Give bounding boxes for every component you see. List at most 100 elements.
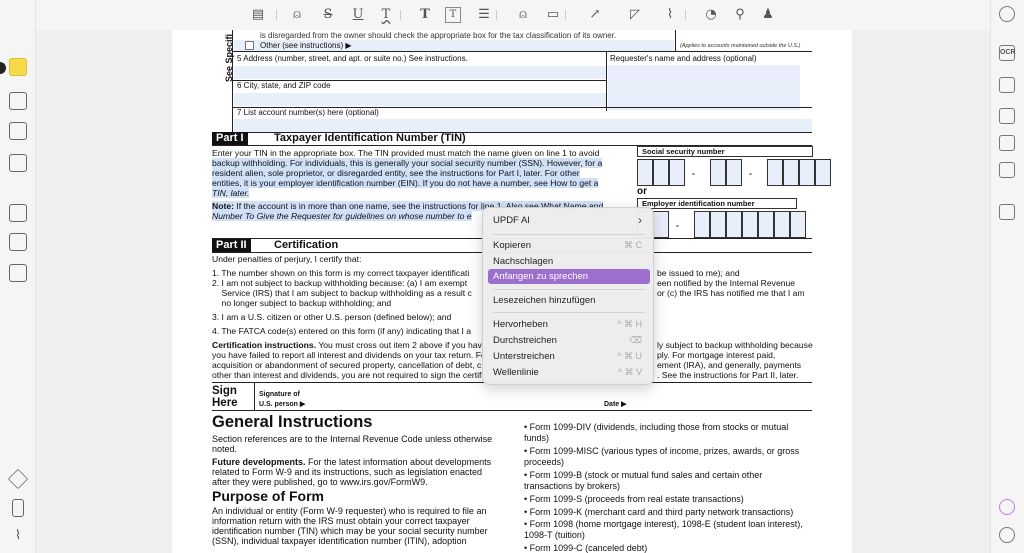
tin-text-selected[interactable]: resident alien, sole proprietor, or disr… bbox=[212, 168, 580, 178]
shortcut: ^ ⌘ V bbox=[617, 367, 642, 377]
organize-pages-icon[interactable] bbox=[9, 204, 27, 222]
convert-icon[interactable] bbox=[999, 77, 1015, 93]
divider bbox=[254, 383, 255, 411]
digit-box[interactable] bbox=[774, 211, 790, 238]
future-dev-label: Future developments. bbox=[212, 457, 306, 467]
stamp-icon[interactable]: ⚲ bbox=[730, 5, 750, 25]
purpose-heading: Purpose of Form bbox=[212, 488, 325, 504]
layers-icon[interactable] bbox=[7, 468, 29, 490]
part1-label: Part I bbox=[212, 132, 248, 145]
attachments-icon[interactable]: ⌇ bbox=[9, 527, 27, 545]
digit-box[interactable] bbox=[669, 159, 685, 186]
other-label: Other (see instructions) ▶ bbox=[260, 41, 352, 50]
protect-icon[interactable] bbox=[999, 108, 1015, 124]
other-checkbox[interactable] bbox=[245, 41, 254, 50]
comment-mode-icon[interactable] bbox=[9, 58, 27, 76]
menu-item-hervorheben[interactable]: Hervorheben ^ ⌘ H bbox=[488, 317, 650, 332]
requester-label: Requester's name and address (optional) bbox=[610, 54, 757, 63]
body-text: after they were published, go to www.irs… bbox=[212, 477, 428, 487]
crop-icon[interactable] bbox=[9, 233, 27, 251]
tin-text-selected[interactable]: TIN, later. bbox=[212, 188, 250, 198]
body-text: An individual or entity (Form W-9 reques… bbox=[212, 506, 487, 516]
sticker-icon[interactable]: ◔ bbox=[701, 5, 721, 25]
menu-item-durchstreichen[interactable]: Durchstreichen ⌫ bbox=[488, 333, 650, 348]
arrow-icon[interactable]: ↗ bbox=[585, 5, 605, 25]
left-sidebar: ⌇ bbox=[0, 0, 36, 553]
digit-box[interactable] bbox=[637, 159, 653, 186]
digit-box[interactable] bbox=[653, 159, 669, 186]
squiggly-icon[interactable]: T bbox=[376, 5, 396, 25]
save-icon[interactable] bbox=[999, 204, 1015, 220]
page-tools-icon[interactable] bbox=[9, 264, 27, 282]
shape-icon[interactable]: ◸ bbox=[625, 5, 645, 25]
digit-box[interactable] bbox=[799, 159, 815, 186]
line5-label: 5 Address (number, street, and apt. or s… bbox=[237, 54, 468, 63]
part2-title: Certification bbox=[274, 239, 339, 251]
digit-box[interactable] bbox=[726, 159, 742, 186]
text-icon[interactable]: T bbox=[415, 5, 435, 25]
cert-instructions-text: You must cross out item 2 above if you h… bbox=[316, 340, 482, 350]
line7-label: 7 List account number(s) here (optional) bbox=[237, 108, 379, 117]
cert-instructions-text: other than interest and dividends, you a… bbox=[212, 370, 484, 380]
ocr-icon[interactable]: OCR bbox=[999, 45, 1016, 61]
menu-item-label: Anfangen zu sprechen bbox=[493, 271, 589, 282]
share-icon[interactable] bbox=[999, 135, 1015, 151]
menu-item-anfangen-zu-sprechen[interactable]: Anfangen zu sprechen bbox=[488, 269, 650, 284]
edit-pdf-icon[interactable] bbox=[9, 92, 27, 110]
underline-icon[interactable]: U bbox=[348, 5, 368, 25]
digit-box[interactable] bbox=[742, 211, 758, 238]
email-icon[interactable] bbox=[999, 162, 1015, 178]
text-callout-icon[interactable]: ☰ bbox=[474, 5, 494, 25]
digit-box[interactable] bbox=[710, 211, 726, 238]
digit-box[interactable] bbox=[694, 211, 710, 238]
line6-label: 6 City, state, and ZIP code bbox=[237, 81, 331, 90]
pencil-icon[interactable]: ⍝ bbox=[513, 5, 533, 25]
search-icon[interactable] bbox=[999, 6, 1015, 22]
menu-item-nachschlagen[interactable]: Nachschlagen bbox=[488, 254, 650, 269]
strikethrough-icon[interactable]: S bbox=[318, 5, 338, 25]
signature-icon[interactable]: ♟ bbox=[758, 5, 778, 25]
requester-input[interactable] bbox=[608, 65, 800, 110]
form-list-item: • Form 1099-K (merchant card and third p… bbox=[524, 507, 794, 517]
menu-item-lesezeichen[interactable]: Lesezeichen hinzufügen bbox=[488, 293, 650, 308]
textbox-icon[interactable]: T bbox=[445, 7, 461, 23]
reader-icon[interactable] bbox=[9, 122, 27, 140]
highlight-icon[interactable]: ⍝ bbox=[287, 5, 307, 25]
menu-item-unterstreichen[interactable]: Unterstreichen ^ ⌘ U bbox=[488, 349, 650, 364]
menu-item-updf-ai[interactable]: UPDF AI › bbox=[488, 213, 650, 228]
tin-text-selected[interactable]: backup withholding. For individuals, thi… bbox=[212, 158, 603, 168]
address-input[interactable] bbox=[234, 66, 606, 79]
tin-text-selected[interactable]: entities, it is your employer identifica… bbox=[212, 178, 599, 188]
cert-item: no longer subject to backup withholding;… bbox=[212, 298, 392, 308]
note-text[interactable]: Number To Give the Requester for guideli… bbox=[212, 211, 472, 221]
note-label: Note: bbox=[212, 201, 234, 211]
menu-item-wellenlinie[interactable]: Wellenlinie ^ ⌘ V bbox=[488, 365, 650, 380]
eraser-icon[interactable]: ▭ bbox=[543, 5, 563, 25]
account-input[interactable] bbox=[234, 119, 812, 132]
comment-icon[interactable]: ▤ bbox=[248, 5, 268, 25]
fill-sign-icon[interactable] bbox=[9, 154, 27, 172]
city-input[interactable] bbox=[234, 93, 606, 106]
chat-icon[interactable] bbox=[999, 527, 1015, 543]
digit-box[interactable] bbox=[653, 211, 669, 238]
digit-box[interactable] bbox=[790, 211, 806, 238]
menu-item-label: Unterstreichen bbox=[493, 351, 555, 362]
signature-label: Signature of bbox=[259, 391, 300, 398]
signature-field[interactable] bbox=[332, 387, 592, 409]
menu-item-label: Hervorheben bbox=[493, 319, 548, 330]
tin-text: Enter your TIN in the appropriate box. T… bbox=[212, 148, 600, 158]
menu-item-kopieren[interactable]: Kopieren ⌘ C bbox=[488, 238, 650, 253]
digit-box[interactable] bbox=[767, 159, 783, 186]
attachment-icon[interactable]: ⌇ bbox=[660, 5, 680, 25]
cert-item: Service (IRS) that I am subject to backu… bbox=[212, 288, 472, 298]
cert-instructions-text: ply. For mortgage interest paid, bbox=[657, 350, 776, 360]
digit-box[interactable] bbox=[726, 211, 742, 238]
digit-box[interactable] bbox=[758, 211, 774, 238]
bookmark-icon[interactable] bbox=[12, 499, 24, 517]
digit-box[interactable] bbox=[815, 159, 831, 186]
menu-item-label: UPDF AI bbox=[493, 215, 530, 226]
collapse-handle[interactable] bbox=[0, 62, 6, 74]
digit-box[interactable] bbox=[710, 159, 726, 186]
digit-box[interactable] bbox=[783, 159, 799, 186]
ai-assistant-icon[interactable] bbox=[999, 499, 1015, 515]
